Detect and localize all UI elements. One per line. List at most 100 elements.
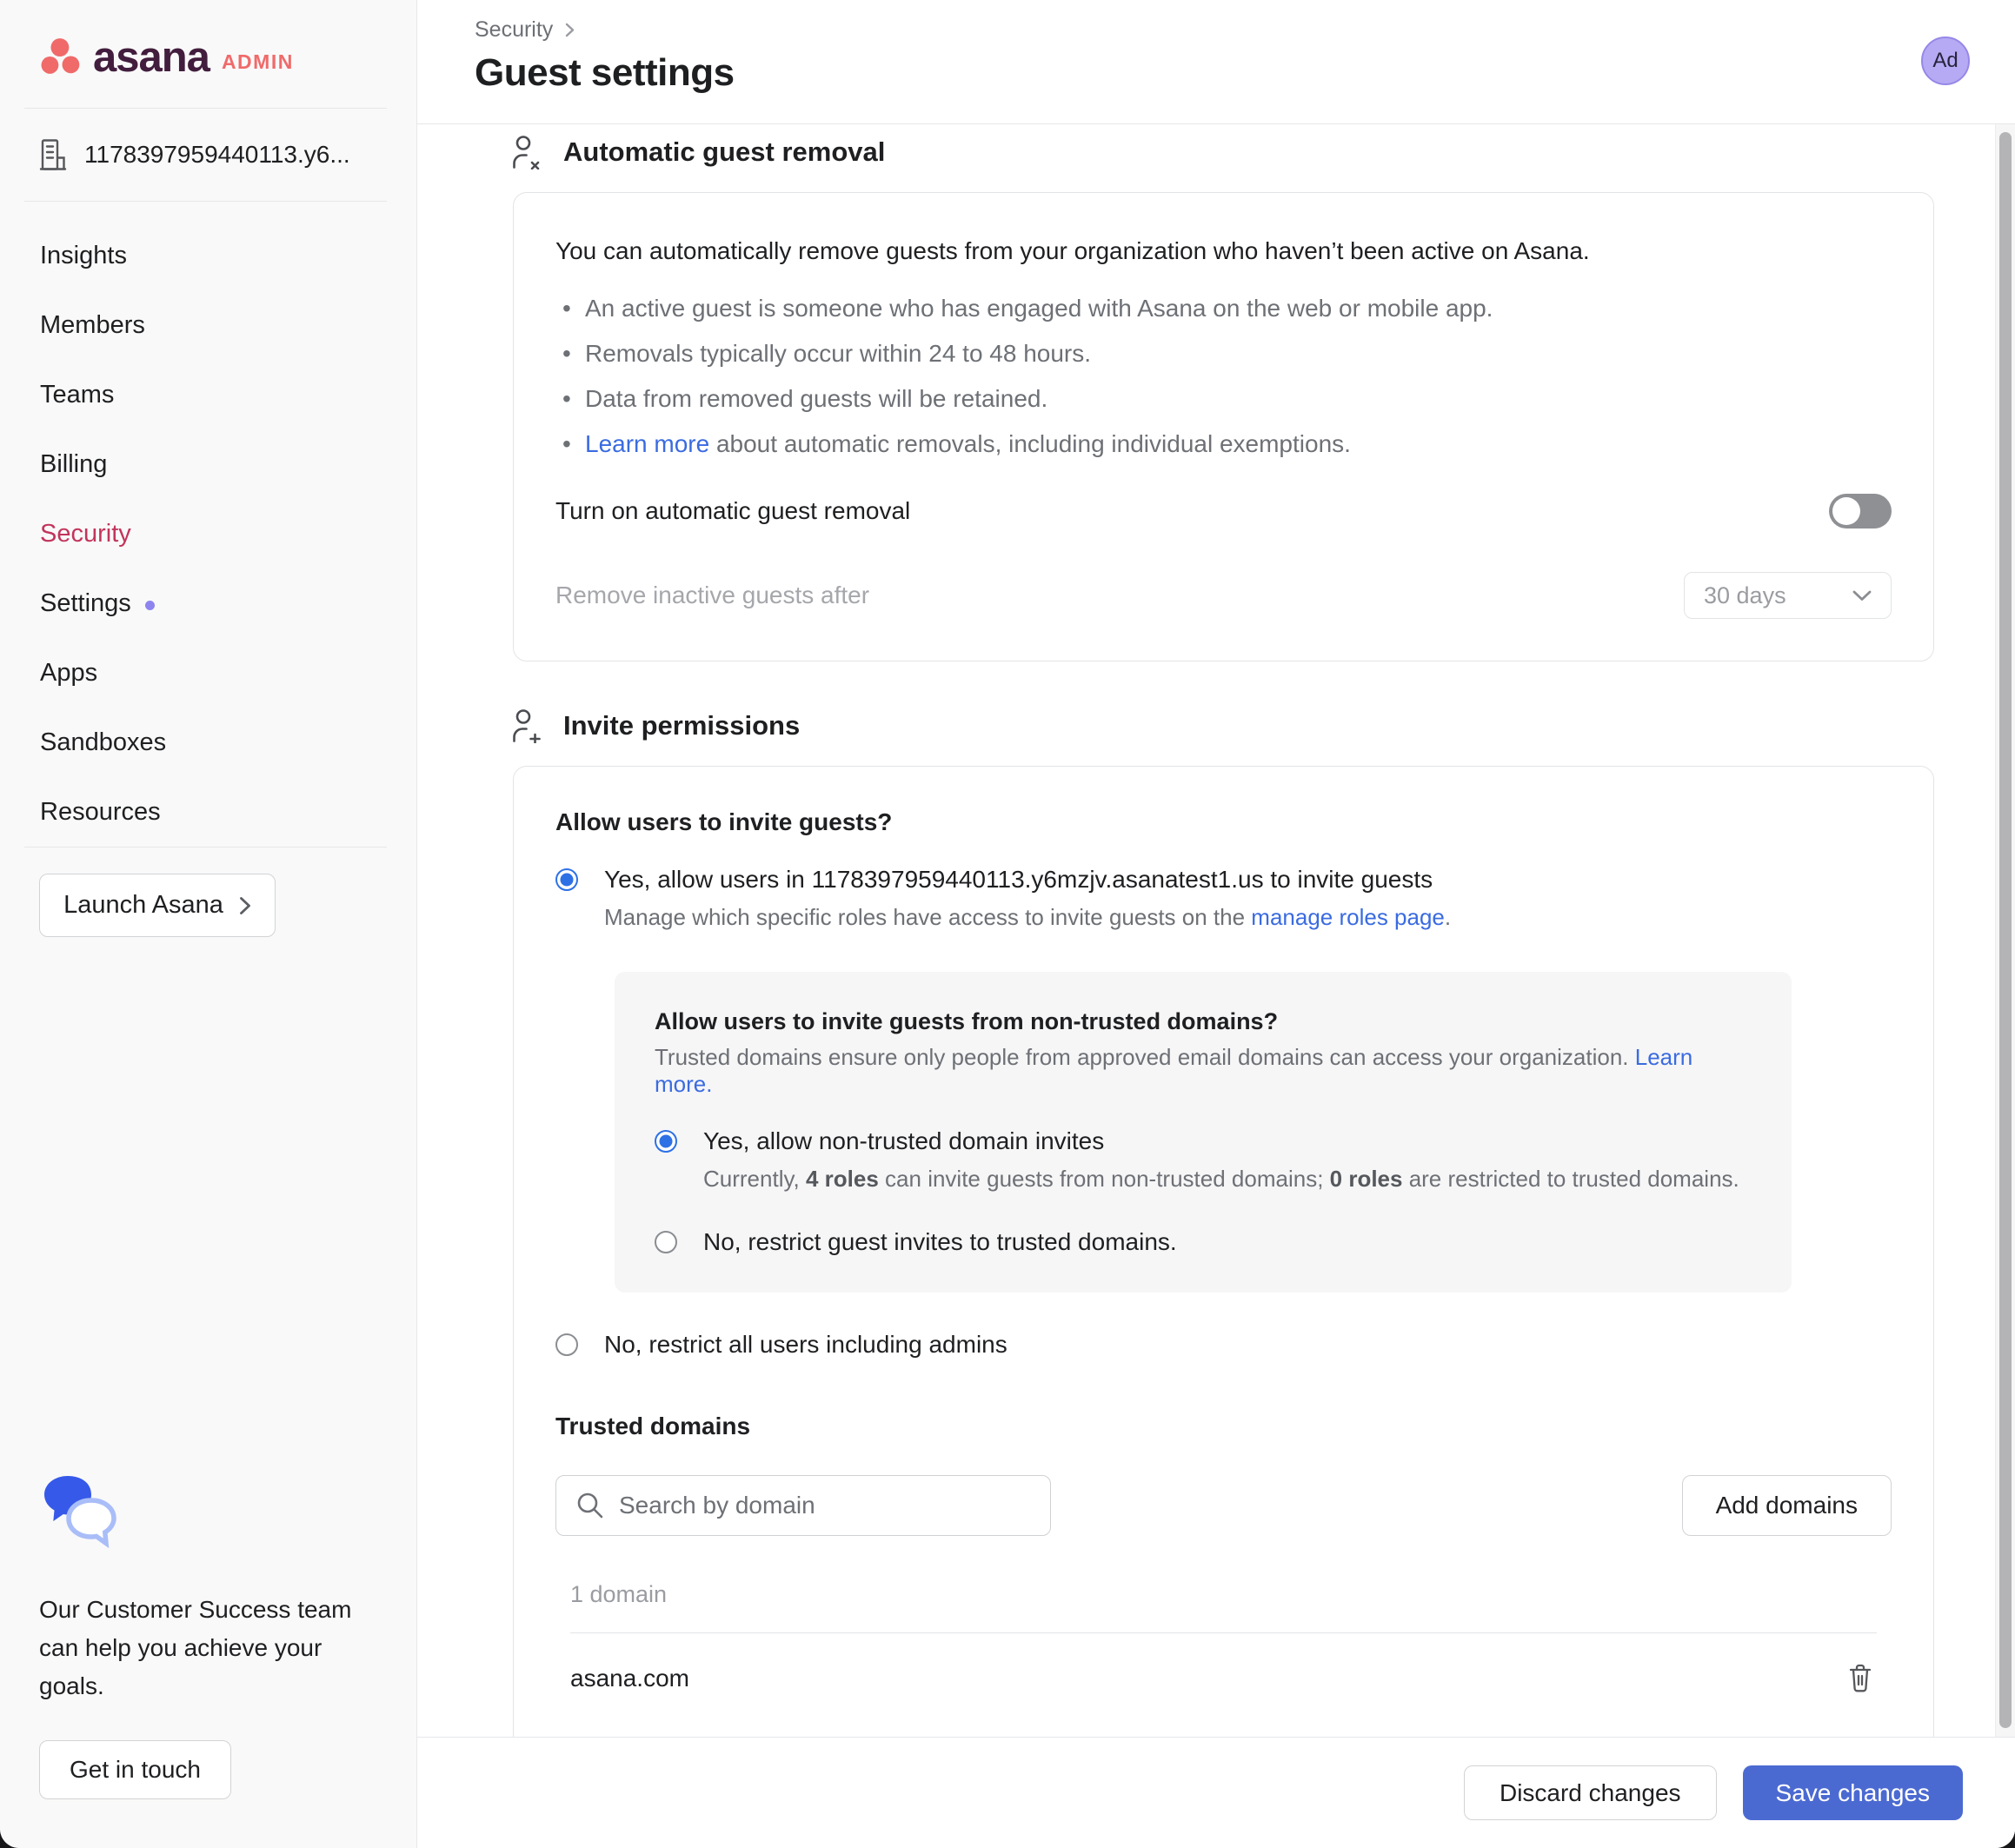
sidebar-item-members[interactable]: Members xyxy=(0,290,416,360)
avatar[interactable]: Ad xyxy=(1921,37,1970,85)
domain-search-input[interactable] xyxy=(619,1492,1031,1519)
auto-removal-section-header: Automatic guest removal xyxy=(511,135,2015,170)
sidebar-item-teams[interactable]: Teams xyxy=(0,360,416,429)
invite-permissions-section-header: Invite permissions xyxy=(511,708,2015,743)
sidebar-item-resources[interactable]: Resources xyxy=(0,777,416,847)
non-trusted-description: Trusted domains ensure only people from … xyxy=(655,1044,1752,1098)
chevron-down-icon xyxy=(1852,590,1872,602)
section-title: Invite permissions xyxy=(563,710,800,741)
save-changes-button[interactable]: Save changes xyxy=(1743,1765,1963,1820)
chevron-right-icon xyxy=(565,23,575,37)
trash-icon xyxy=(1847,1663,1873,1693)
sidebar-item-label: Security xyxy=(40,520,131,548)
trusted-domains-toolbar: Add domains xyxy=(555,1475,1892,1536)
sidebar: asana ADMIN 1178397959440113.y6... Insig… xyxy=(0,0,417,1848)
radio-row-restrict-all: No, restrict all users including admins xyxy=(555,1331,1892,1359)
radio-row-allow-invite: Yes, allow users in 1178397959440113.y6m… xyxy=(555,866,1892,894)
sidebar-item-label: Settings xyxy=(40,589,131,618)
radio-allow-invite[interactable] xyxy=(555,868,578,891)
sidebar-item-label: Teams xyxy=(40,381,114,409)
bullet-item: Learn more about automatic removals, inc… xyxy=(555,428,1892,461)
bullet-item: An active guest is someone who has engag… xyxy=(555,292,1892,325)
get-in-touch-button[interactable]: Get in touch xyxy=(39,1740,231,1799)
subtext: Manage which specific roles have access … xyxy=(604,904,1251,930)
radio-restrict-nontrusted[interactable] xyxy=(655,1231,677,1253)
sidebar-divider xyxy=(24,847,387,848)
auto-removal-intro: You can automatically remove guests from… xyxy=(555,235,1892,268)
auto-removal-toggle-row: Turn on automatic guest removal xyxy=(555,494,1892,528)
sidebar-item-label: Members xyxy=(40,311,145,340)
sidebar-item-label: Billing xyxy=(40,450,107,479)
radio-restrict-all[interactable] xyxy=(555,1333,578,1356)
bullet-item: Removals typically occur within 24 to 48… xyxy=(555,337,1892,370)
asana-admin-logo: asana ADMIN xyxy=(41,38,416,75)
sidebar-item-label: Resources xyxy=(40,798,161,827)
add-domains-button[interactable]: Add domains xyxy=(1682,1475,1892,1536)
main-area: Security Guest settings Ad Automatic gu xyxy=(417,0,2015,1848)
radio-label[interactable]: Yes, allow users in 1178397959440113.y6m… xyxy=(604,866,1433,894)
sidebar-item-sandboxes[interactable]: Sandboxes xyxy=(0,708,416,777)
search-icon xyxy=(575,1491,605,1520)
building-icon xyxy=(39,137,67,172)
domain-search-box xyxy=(555,1475,1051,1536)
asana-admin-window: asana ADMIN 1178397959440113.y6... Insig… xyxy=(0,0,2015,1848)
domain-name: asana.com xyxy=(570,1665,689,1692)
domain-row: asana.com xyxy=(570,1633,1877,1705)
subtext: Currently, xyxy=(703,1166,806,1192)
non-trusted-question: Allow users to invite guests from non-tr… xyxy=(655,1008,1752,1035)
customer-success-block: Our Customer Success team can help you a… xyxy=(0,1472,416,1848)
trusted-domains-list: 1 domain asana.com xyxy=(570,1581,1877,1705)
remove-after-select[interactable]: 30 days xyxy=(1684,572,1892,619)
page-header: Security Guest settings Ad xyxy=(417,0,2015,124)
radio-label[interactable]: No, restrict guest invites to trusted do… xyxy=(703,1228,1177,1256)
sidebar-item-label: Insights xyxy=(40,242,127,270)
settings-scroll-area: Automatic guest removal You can automati… xyxy=(417,124,2015,1737)
non-trusted-domains-panel: Allow users to invite guests from non-tr… xyxy=(615,972,1792,1293)
subtext: are restricted to trusted domains. xyxy=(1402,1166,1739,1192)
launch-asana-button[interactable]: Launch Asana xyxy=(39,874,276,937)
subtext: can invite guests from non-trusted domai… xyxy=(879,1166,1330,1192)
invite-question: Allow users to invite guests? xyxy=(555,808,1892,836)
breadcrumb-security-link[interactable]: Security xyxy=(475,17,553,43)
trusted-domains-title: Trusted domains xyxy=(555,1413,1892,1440)
subtext: . xyxy=(1445,904,1451,930)
remove-after-value: 30 days xyxy=(1704,582,1786,609)
nontrusted-roles-subtext: Currently, 4 roles can invite guests fro… xyxy=(703,1164,1752,1193)
chevron-right-icon xyxy=(239,896,251,915)
admin-label: ADMIN xyxy=(222,49,294,75)
sidebar-item-apps[interactable]: Apps xyxy=(0,638,416,708)
manage-roles-page-link[interactable]: manage roles page xyxy=(1251,904,1445,930)
roles-count: 0 roles xyxy=(1330,1166,1403,1192)
radio-row-allow-nontrusted: Yes, allow non-trusted domain invites xyxy=(655,1127,1752,1155)
asana-logo-icon xyxy=(41,38,83,75)
auto-removal-card: You can automatically remove guests from… xyxy=(513,192,1934,661)
page-title: Guest settings xyxy=(475,51,2015,95)
org-name: 1178397959440113.y6... xyxy=(84,141,350,169)
auto-removal-toggle[interactable] xyxy=(1829,494,1892,528)
chat-bubbles-icon xyxy=(39,1472,377,1549)
radio-allow-nontrusted[interactable] xyxy=(655,1130,677,1153)
vertical-scrollbar[interactable] xyxy=(1995,124,2015,1737)
domain-count: 1 domain xyxy=(570,1581,1877,1608)
radio-label[interactable]: No, restrict all users including admins xyxy=(604,1331,1008,1359)
org-selector[interactable]: 1178397959440113.y6... xyxy=(0,109,416,201)
scrollbar-thumb[interactable] xyxy=(1999,132,2012,1728)
bullet-item: Data from removed guests will be retaine… xyxy=(555,382,1892,415)
sidebar-item-security[interactable]: Security xyxy=(0,499,416,568)
breadcrumb: Security xyxy=(475,17,2015,43)
description-text: Trusted domains ensure only people from … xyxy=(655,1044,1635,1070)
person-plus-icon xyxy=(511,708,541,743)
toggle-label: Turn on automatic guest removal xyxy=(555,497,910,525)
sidebar-item-billing[interactable]: Billing xyxy=(0,429,416,499)
sidebar-divider xyxy=(24,201,387,202)
discard-changes-button[interactable]: Discard changes xyxy=(1464,1765,1717,1820)
person-x-icon xyxy=(511,135,541,170)
sidebar-item-insights[interactable]: Insights xyxy=(0,221,416,290)
bullet-text: about automatic removals, including indi… xyxy=(709,430,1351,457)
section-title: Automatic guest removal xyxy=(563,136,885,168)
sidebar-item-settings[interactable]: Settings xyxy=(0,568,416,638)
learn-more-link[interactable]: Learn more xyxy=(585,430,709,457)
delete-domain-button[interactable] xyxy=(1844,1659,1877,1697)
radio-label[interactable]: Yes, allow non-trusted domain invites xyxy=(703,1127,1104,1155)
sidebar-item-label: Sandboxes xyxy=(40,728,166,757)
